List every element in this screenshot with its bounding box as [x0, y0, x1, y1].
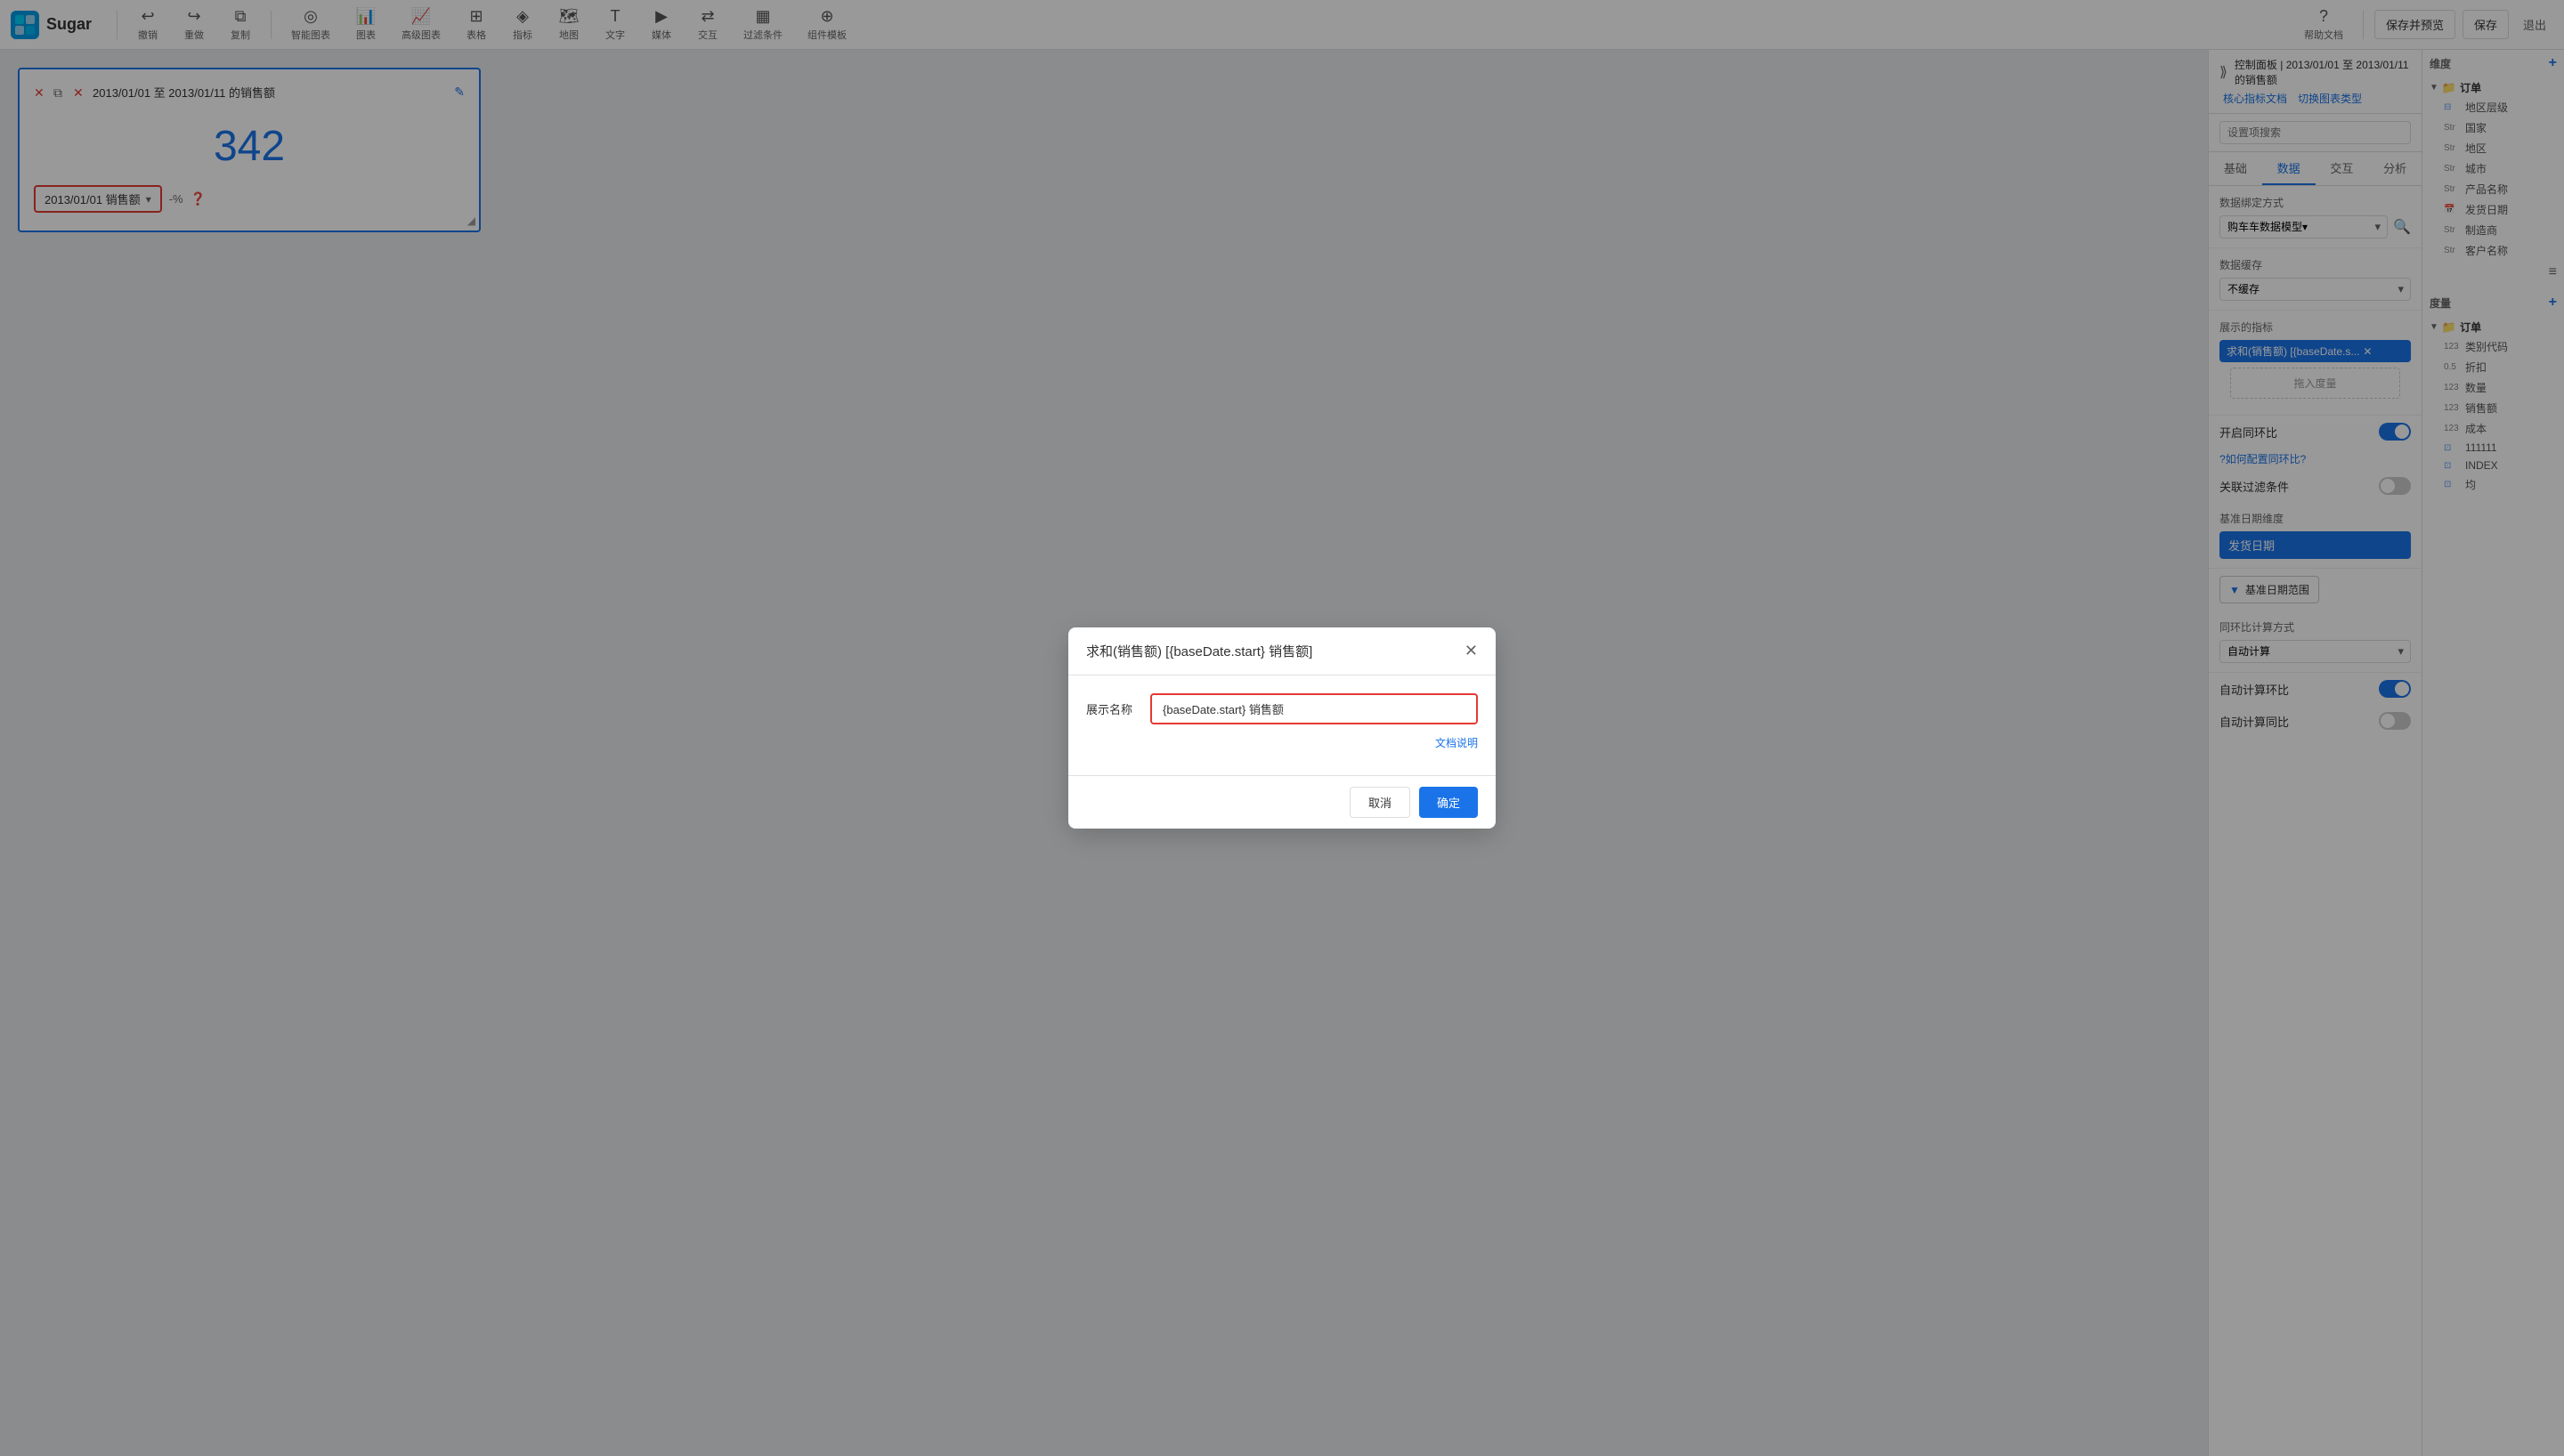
modal-doc-link[interactable]: 文档说明 — [1435, 735, 1478, 750]
modal-link-row: 文档说明 — [1086, 732, 1478, 757]
modal-cancel-button[interactable]: 取消 — [1350, 787, 1410, 818]
modal-body: 展示名称 文档说明 — [1068, 675, 1496, 775]
modal-footer: 取消 确定 — [1068, 775, 1496, 829]
modal-field-row: 展示名称 — [1086, 693, 1478, 724]
modal-title: 求和(销售额) [{baseDate.start} 销售额] — [1086, 642, 1312, 660]
modal-close-button[interactable]: ✕ — [1465, 642, 1478, 660]
modal-header: 求和(销售额) [{baseDate.start} 销售额] ✕ — [1068, 627, 1496, 675]
modal-display-name-input[interactable] — [1150, 693, 1478, 724]
modal-input-wrapper — [1150, 693, 1478, 724]
modal-overlay[interactable]: 求和(销售额) [{baseDate.start} 销售额] ✕ 展示名称 文档… — [0, 0, 2564, 1456]
modal-field-label: 展示名称 — [1086, 700, 1140, 717]
modal-confirm-button[interactable]: 确定 — [1419, 787, 1478, 818]
modal-dialog: 求和(销售额) [{baseDate.start} 销售额] ✕ 展示名称 文档… — [1068, 627, 1496, 829]
